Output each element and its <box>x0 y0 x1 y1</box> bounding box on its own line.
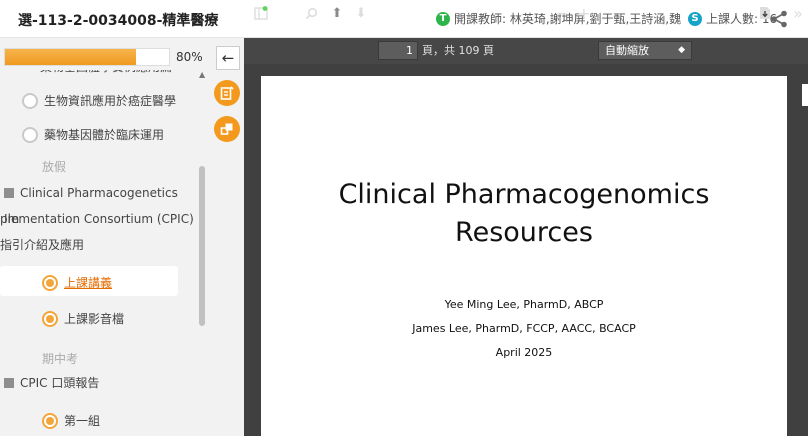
author-line: Yee Ming Lee, PharmD, ABCP <box>444 298 604 311</box>
find-button[interactable] <box>302 4 320 22</box>
sidebar-toggle-button[interactable] <box>252 4 270 22</box>
arrow-left-icon: ← <box>221 49 235 67</box>
course-header: 選-113-2-0034008-精準醫療 T 開課教師: 林英琦,謝坤屏,劉于甄… <box>0 0 808 38</box>
outline-scroll-thumb[interactable] <box>199 166 205 326</box>
student-badge-icon: S <box>688 11 702 26</box>
chapter-title-line: 指引介紹及應用 <box>0 238 85 252</box>
zoom-out-button[interactable]: − <box>554 3 570 23</box>
document-date: April 2025 <box>495 346 553 359</box>
more-tools-button[interactable]: » <box>788 3 808 23</box>
course-outline: 藥物基因體學實例應用篇 生物資訊應用於癌症醫學 藥物基因體於臨床運用 放假 Cl… <box>0 38 196 436</box>
chapter-title-line: CPIC 口頭報告 <box>20 376 100 390</box>
search-icon <box>305 7 317 19</box>
chapter-cpic-report[interactable]: CPIC 口頭報告 <box>4 370 99 396</box>
page-number-input[interactable]: 1 <box>378 41 418 60</box>
download-button[interactable] <box>756 4 774 22</box>
outline-item-group-one[interactable]: 第一組 <box>42 412 100 429</box>
download-document-icon <box>760 7 770 19</box>
progress-bar <box>4 48 170 66</box>
course-title: 選-113-2-0034008-精準醫療 <box>18 13 219 29</box>
break-label: 放假 <box>42 160 67 174</box>
zoom-value: 自動縮放 <box>605 44 649 57</box>
active-ring-icon <box>42 274 58 291</box>
next-page-button[interactable]: ⬇ <box>352 4 370 22</box>
progress-percent: 80% <box>176 50 203 64</box>
collapse-icon[interactable] <box>4 188 14 198</box>
page-count-label: 頁，共 109 頁 <box>422 44 494 57</box>
status-ring-icon <box>22 126 38 143</box>
pdf-page: Clinical Pharmacogenomics Resources Yee … <box>261 76 787 436</box>
outline-item-label: 生物資訊應用於癌症醫學 <box>44 94 177 108</box>
document-title-line: Resources <box>455 217 593 248</box>
outline-item-lecture-notes[interactable]: 上課講義 <box>42 274 112 291</box>
chapter-title-line: plementation Consortium (CPIC) <box>0 212 194 226</box>
outline-item-bioinformatics[interactable]: 生物資訊應用於癌症醫學 <box>22 92 176 109</box>
note-edit-icon <box>220 86 234 100</box>
outline-item-label: 第一組 <box>64 414 101 428</box>
select-caret-icon: ◆ <box>678 45 685 55</box>
double-chevron-right-icon: » <box>793 3 803 23</box>
minus-icon: − <box>555 3 569 23</box>
previous-page-button[interactable]: ⬆ <box>328 4 346 22</box>
midterm-label: 期中考 <box>42 352 79 366</box>
teacher-badge-icon: T <box>436 11 450 26</box>
author-line: James Lee, PharmD, FCCP, AACC, BCACP <box>412 322 636 335</box>
zoom-in-button[interactable]: + <box>576 3 592 23</box>
back-arrow-button[interactable]: ← <box>216 46 240 70</box>
active-ring-icon <box>42 412 58 429</box>
copy-icon <box>220 123 233 135</box>
progress-fill <box>5 49 137 65</box>
zoom-select[interactable]: 自動縮放 ◆ <box>598 41 692 60</box>
plus-icon: + <box>577 3 591 23</box>
outline-item-lecture-video[interactable]: 上課影音檔 <box>42 310 124 327</box>
arrow-down-icon: ⬇ <box>355 5 367 21</box>
outline-item-label: 藥物基因體於臨床運用 <box>44 128 165 142</box>
share-material-button[interactable] <box>214 116 240 142</box>
pdf-toolbar <box>244 38 808 64</box>
document-title: Clinical Pharmacogenomics Resources <box>261 176 787 252</box>
arrow-up-icon: ⬆ <box>331 5 343 21</box>
active-ring-icon <box>42 310 58 327</box>
outline-item-pgx-clinical[interactable]: 藥物基因體於臨床運用 <box>22 126 164 143</box>
document-title-line: Clinical Pharmacogenomics <box>338 179 710 210</box>
pdf-scroll-thumb[interactable] <box>802 84 808 106</box>
outline-item-link[interactable]: 上課講義 <box>64 274 112 291</box>
outline-item-label: 上課影音檔 <box>64 312 125 326</box>
scroll-up-icon[interactable]: ▲ <box>199 70 205 79</box>
sidebar-toggle-icon <box>254 6 268 20</box>
collapse-icon[interactable] <box>4 378 14 388</box>
status-ring-icon <box>22 92 38 109</box>
notes-button[interactable] <box>214 80 240 106</box>
